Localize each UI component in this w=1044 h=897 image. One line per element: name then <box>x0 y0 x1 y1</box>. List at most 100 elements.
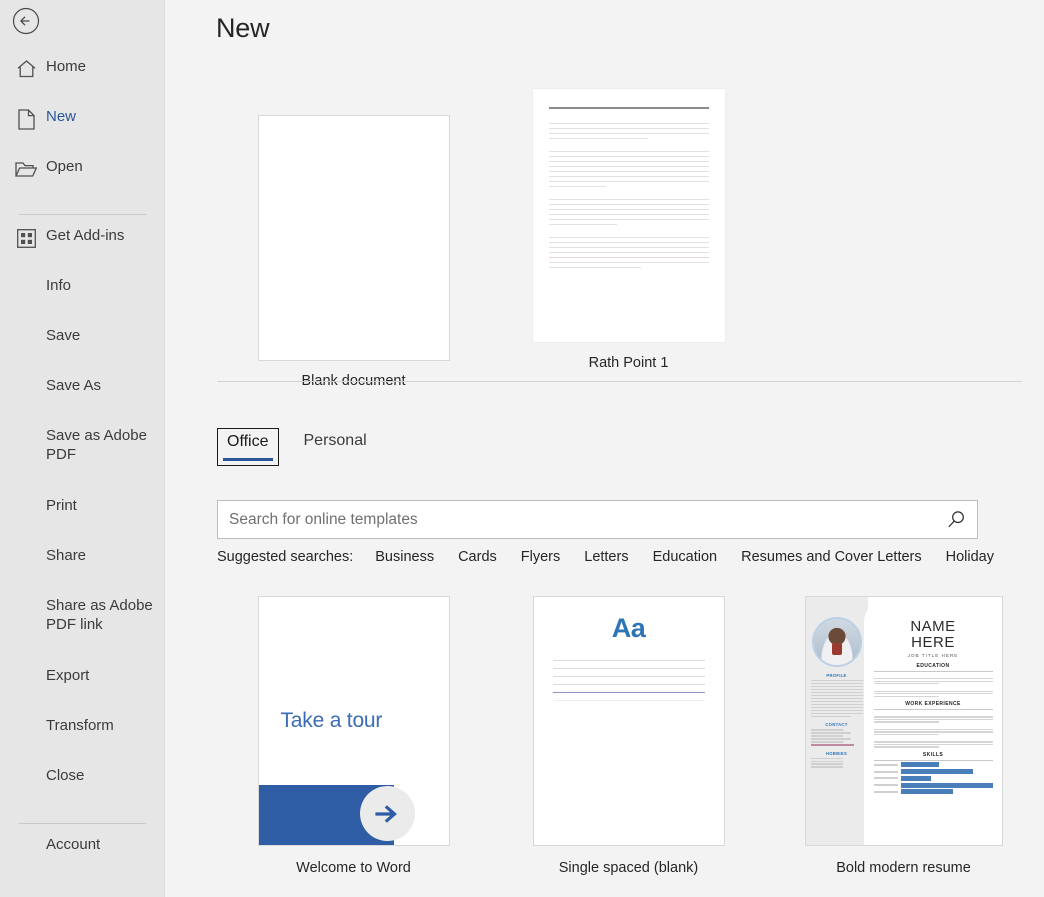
resume-name-line-2: HERE <box>874 635 993 651</box>
sidebar-item-label: Home <box>46 55 86 77</box>
sidebar-item-label: Account <box>46 833 100 855</box>
tab-label: Office <box>227 433 269 450</box>
resume-entry-heading <box>874 686 993 690</box>
resume-skill-bar-row <box>874 783 993 788</box>
rath-point-1-thumbnail <box>532 88 726 343</box>
resume-section-hobbies: HOBBIES <box>811 751 863 756</box>
take-a-tour-text: Take a tour <box>281 709 383 733</box>
welcome-to-word-thumbnail: Take a tour <box>258 596 450 846</box>
tab-personal[interactable]: Personal <box>295 428 376 466</box>
arrow-right-icon <box>373 802 401 826</box>
resume-entry-heading <box>874 724 993 728</box>
sidebar-nav: Home New Open <box>0 55 165 883</box>
suggested-link-education[interactable]: Education <box>653 549 718 565</box>
folder-open-icon <box>14 157 38 181</box>
resume-entry-heading <box>874 736 993 740</box>
sidebar-item-label: Info <box>46 274 71 296</box>
new-doc-caption: Rath Point 1 <box>491 355 766 371</box>
sidebar-item-export[interactable]: Export <box>0 664 165 714</box>
resume-section-skills: SKILLS <box>874 752 993 758</box>
sidebar-item-open[interactable]: Open <box>0 155 165 205</box>
resume-skill-bar-row <box>874 789 993 794</box>
resume-right-column: NAME HERE JOB TITLE HERE EDUCATION WORK … <box>864 597 1002 845</box>
sidebar-item-share-as-adobe-pdf-link[interactable]: Share as Adobe PDF link <box>0 594 165 664</box>
sidebar-item-info[interactable]: Info <box>0 274 165 324</box>
resume-skill-bar-row <box>874 776 993 781</box>
sidebar-item-save-as-adobe-pdf[interactable]: Save as Adobe PDF <box>0 424 165 494</box>
resume-portrait-photo <box>812 617 862 667</box>
suggested-link-resumes-and-cover-letters[interactable]: Resumes and Cover Letters <box>741 549 922 565</box>
sidebar-item-share[interactable]: Share <box>0 544 165 594</box>
tab-selected-underline <box>223 458 273 461</box>
suggested-link-cards[interactable]: Cards <box>458 549 497 565</box>
sidebar-item-save-as[interactable]: Save As <box>0 374 165 424</box>
tab-office[interactable]: Office <box>217 428 279 466</box>
template-card-single-spaced-blank[interactable]: Aa Single spaced (blank) <box>491 590 766 876</box>
sidebar-divider-1 <box>19 214 146 215</box>
template-grid: Take a tour Welcome to Word Aa <box>216 590 1041 876</box>
sidebar-item-print[interactable]: Print <box>0 494 165 544</box>
resume-section-education: EDUCATION <box>874 663 993 669</box>
new-document-row: Blank document <box>216 88 766 389</box>
resume-name-line-1: NAME <box>874 619 993 635</box>
sidebar-item-label: Close <box>46 764 84 786</box>
page-title: New <box>216 13 269 44</box>
blank-document-thumbnail <box>258 115 450 361</box>
template-caption: Single spaced (blank) <box>491 860 766 876</box>
resume-left-column: PROFILE CONTACT HOBBIES <box>806 597 868 845</box>
sidebar-divider-2 <box>19 823 146 824</box>
sidebar-item-label: New <box>46 105 76 127</box>
search-input[interactable] <box>218 501 935 538</box>
resume-section-profile: PROFILE <box>811 673 863 678</box>
suggested-link-holiday[interactable]: Holiday <box>946 549 994 565</box>
sidebar-item-close[interactable]: Close <box>0 764 165 814</box>
sidebar-item-label: Print <box>46 494 77 516</box>
tour-arrow-circle <box>360 786 415 841</box>
single-spaced-thumbnail: Aa <box>533 596 725 846</box>
sidebar-item-label: Save as Adobe PDF <box>46 424 165 465</box>
sidebar-item-account[interactable]: Account <box>0 833 165 883</box>
sidebar-item-save[interactable]: Save <box>0 324 165 374</box>
addins-grid-icon <box>14 226 38 250</box>
resume-skill-bar-row <box>874 769 993 774</box>
search-button[interactable] <box>935 501 977 538</box>
aa-sample-text: Aa <box>553 615 705 642</box>
template-caption: Bold modern resume <box>766 860 1041 876</box>
bold-modern-resume-thumbnail: PROFILE CONTACT HOBBIES <box>805 596 1003 846</box>
sidebar-item-get-add-ins[interactable]: Get Add-ins <box>0 224 165 274</box>
sidebar-item-label: Save <box>46 324 80 346</box>
suggested-link-flyers[interactable]: Flyers <box>521 549 560 565</box>
resume-section-work-experience: WORK EXPERIENCE <box>874 701 993 707</box>
suggested-link-business[interactable]: Business <box>375 549 434 565</box>
template-card-welcome-to-word[interactable]: Take a tour Welcome to Word <box>216 590 491 876</box>
suggested-searches: Suggested searches: Business Cards Flyer… <box>217 549 994 565</box>
section-divider <box>217 381 1022 382</box>
tab-label: Personal <box>304 432 367 449</box>
home-icon <box>14 57 38 81</box>
resume-job-title: JOB TITLE HERE <box>874 653 993 658</box>
sidebar-item-label: Open <box>46 155 83 177</box>
sidebar-item-new[interactable]: New <box>0 105 165 155</box>
sidebar-item-home[interactable]: Home <box>0 55 165 105</box>
new-doc-blank-document[interactable]: Blank document <box>216 88 491 389</box>
main-content: New Blank document <box>165 0 1044 897</box>
sidebar-item-label: Share <box>46 544 86 566</box>
back-arrow-icon <box>11 6 41 36</box>
template-card-bold-modern-resume[interactable]: PROFILE CONTACT HOBBIES <box>766 590 1041 876</box>
sidebar-item-label: Get Add-ins <box>46 224 124 246</box>
sidebar-item-label: Share as Adobe PDF link <box>46 594 165 635</box>
back-button[interactable] <box>11 6 41 36</box>
suggested-link-letters[interactable]: Letters <box>584 549 628 565</box>
backstage-view: Home New Open <box>0 0 1044 897</box>
sidebar-item-label: Save As <box>46 374 101 396</box>
resume-entry-heading <box>874 673 993 677</box>
sidebar-item-transform[interactable]: Transform <box>0 714 165 764</box>
sidebar: Home New Open <box>0 0 165 897</box>
search-templates-box[interactable] <box>217 500 978 539</box>
template-caption: Welcome to Word <box>216 860 491 876</box>
suggested-searches-label: Suggested searches: <box>217 549 353 565</box>
resume-skill-bar-row <box>874 762 993 767</box>
resume-entry-heading <box>874 711 993 715</box>
new-doc-rath-point-1[interactable]: Rath Point 1 <box>491 88 766 389</box>
sidebar-item-label: Transform <box>46 714 114 736</box>
